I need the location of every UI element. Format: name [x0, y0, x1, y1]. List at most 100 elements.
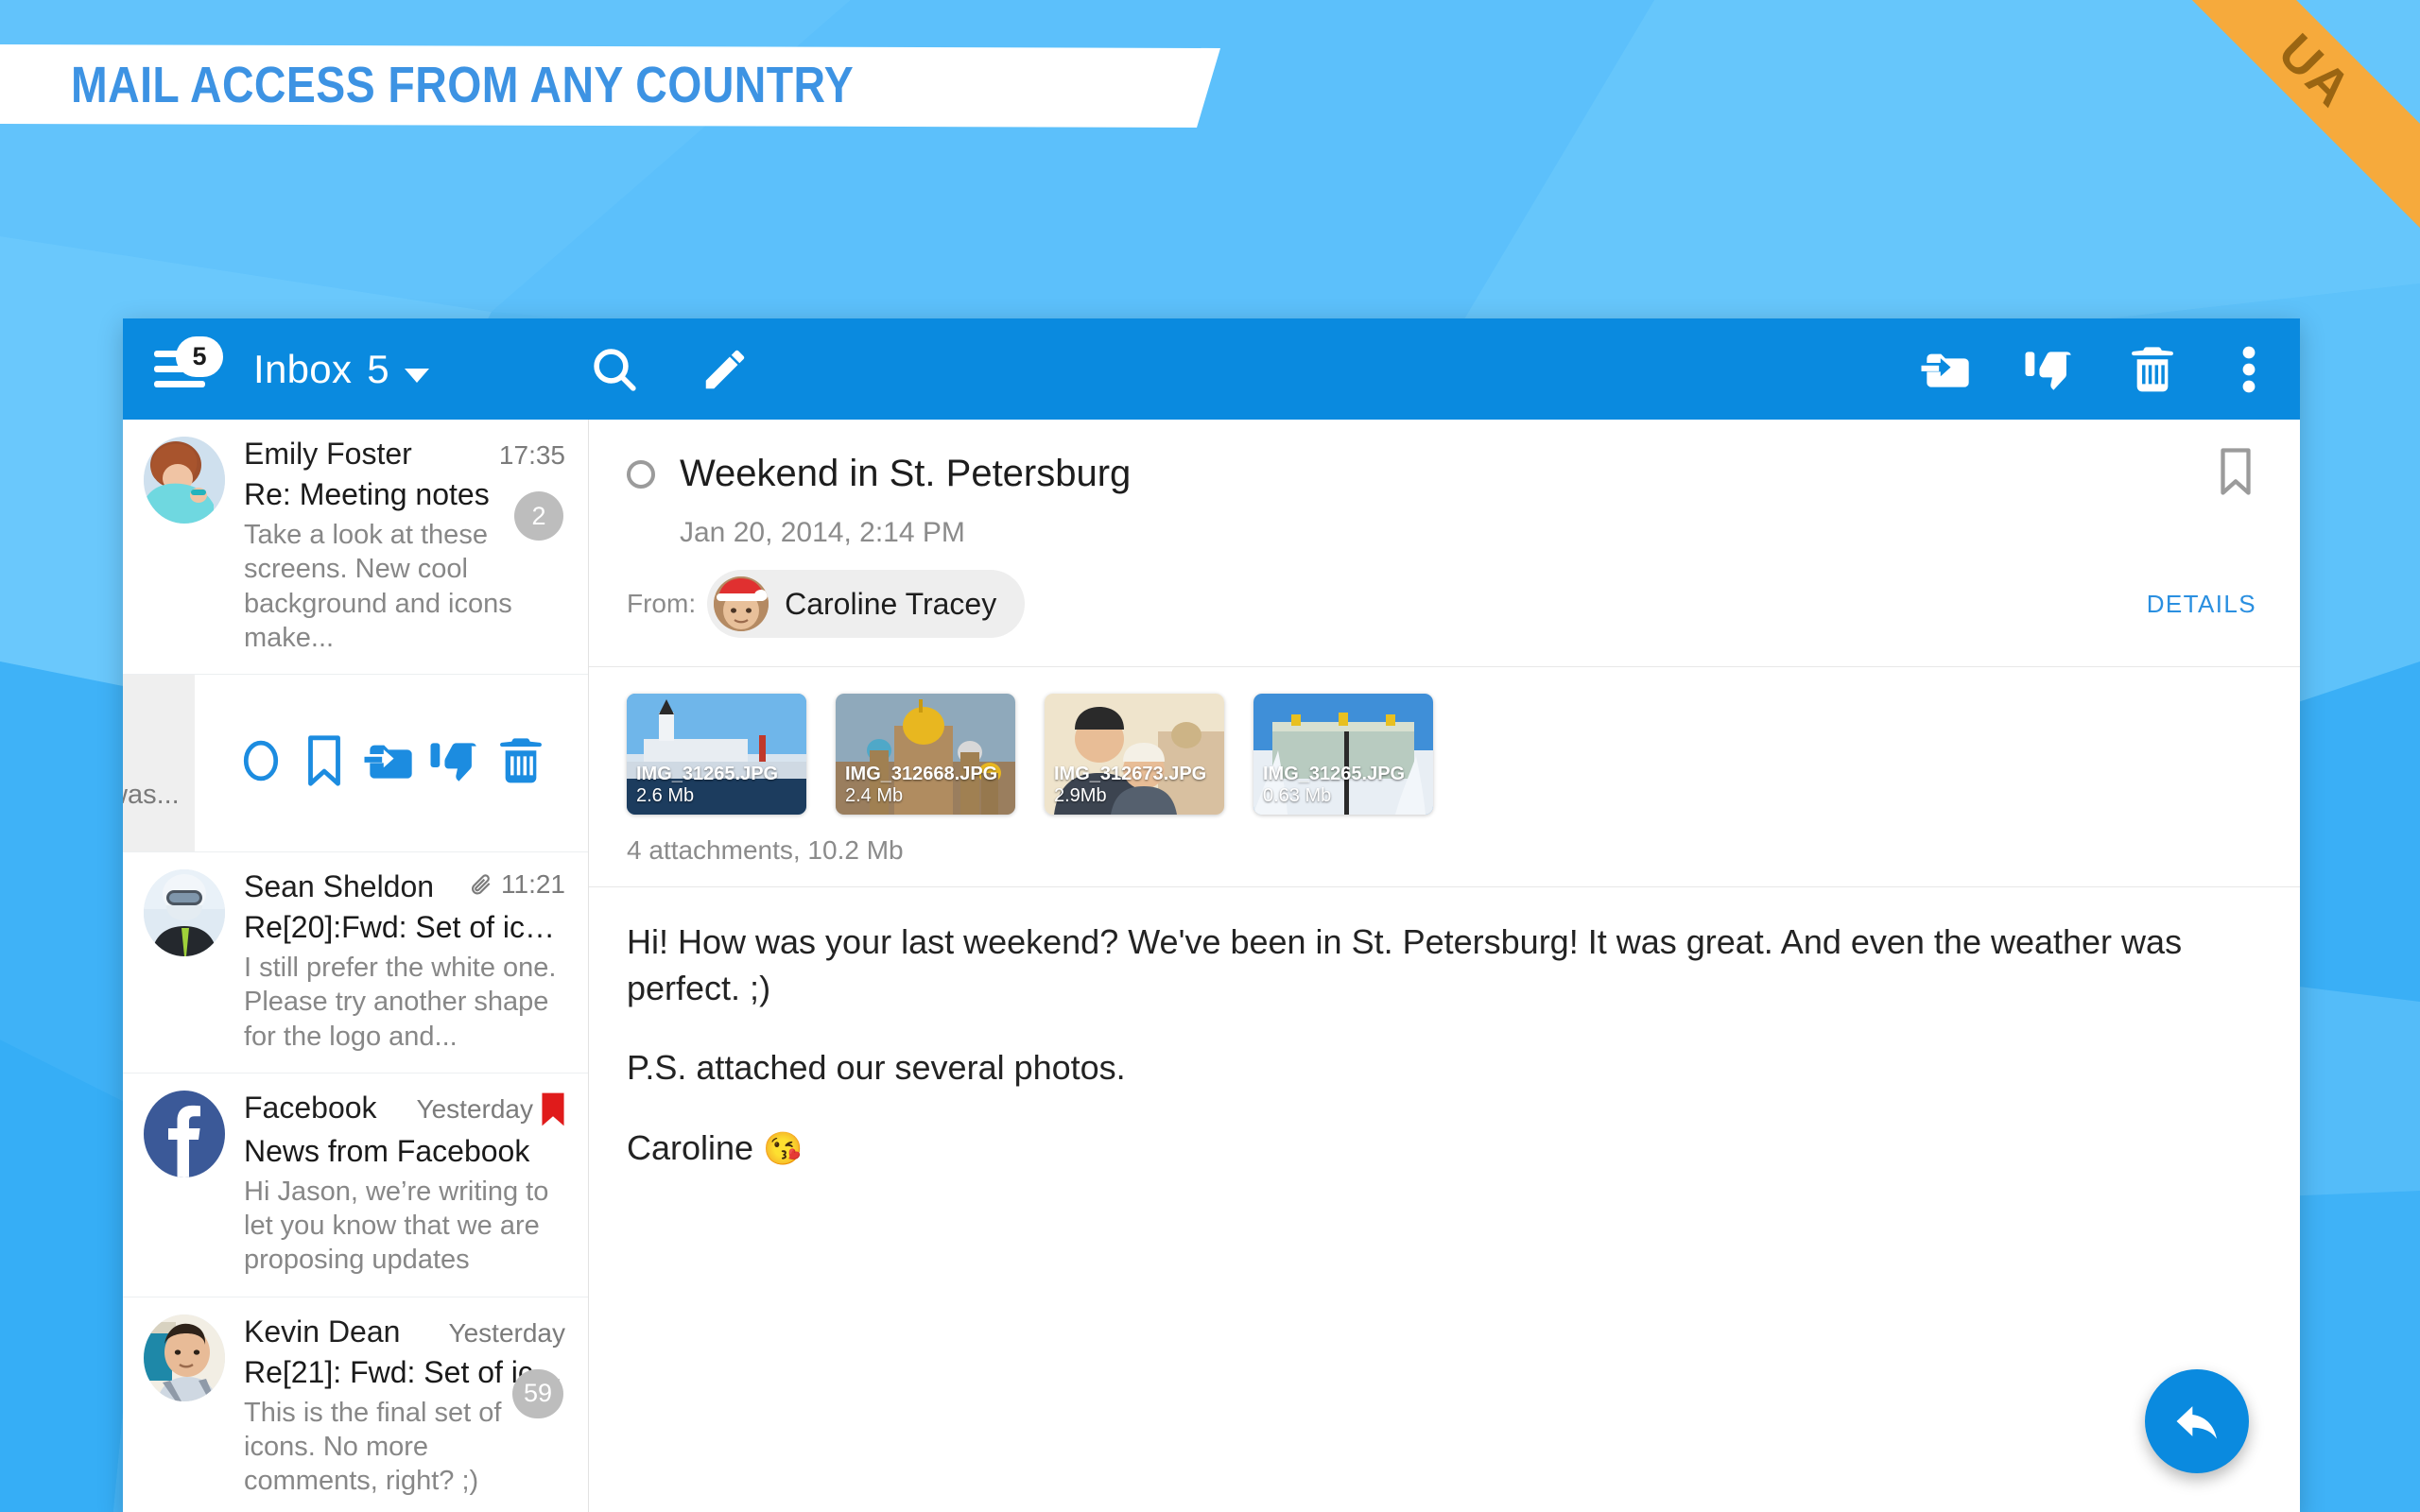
message-body: Hi! How was your last weekend? We've bee…	[589, 887, 2300, 1204]
from-label: From:	[627, 589, 696, 619]
attachment-label: IMG_312668.JPG 2.4 Mb	[845, 764, 997, 807]
list-item-sender: Sean Sheldon	[244, 869, 434, 904]
more-vertical-icon[interactable]	[2230, 343, 2268, 396]
mail-list[interactable]: Emily Foster 17:35 Re: Meeting notes Tak…	[123, 420, 589, 1512]
trash-icon[interactable]	[2126, 343, 2179, 396]
message-signature: Caroline 😘	[627, 1125, 2262, 1172]
sender-name: Caroline Tracey	[785, 587, 996, 622]
list-item[interactable]: Emily Foster 17:35 Re: Meeting notes Tak…	[123, 420, 588, 675]
attachment-size: 2.4 Mb	[845, 785, 997, 807]
list-item-header: Sean Sheldon 11:21	[244, 869, 565, 904]
promo-banner: MAIL ACCESS FROM ANY COUNTRY	[0, 44, 1229, 128]
attachment-name: IMG_31265.JPG	[1263, 764, 1405, 785]
message-subject: Weekend in St. Petersburg	[680, 453, 1131, 495]
signature-name: Caroline	[627, 1128, 753, 1167]
reading-pane: Weekend in St. Petersburg Jan 20, 2014, …	[589, 420, 2300, 1512]
attachment-thumbnail[interactable]: IMG_312668.JPG 2.4 Mb	[836, 694, 1015, 815]
attachments-strip: IMG_31265.JPG 2.6 Mb	[627, 694, 2262, 815]
reply-arrow-icon	[2170, 1395, 2223, 1448]
swipe-peek-text: was...	[123, 675, 195, 851]
list-item-subject: Re[20]:Fwd: Set of icons for...	[244, 910, 565, 945]
list-item-header: Facebook Yesterday	[244, 1091, 565, 1128]
move-to-folder-icon[interactable]	[361, 734, 414, 792]
trash-icon[interactable]	[494, 734, 547, 792]
attachment-paperclip-icon	[469, 872, 493, 897]
app-toolbar: 5 Inbox 5	[123, 318, 2300, 420]
list-item-sender: Kevin Dean	[244, 1314, 400, 1349]
move-to-folder-icon[interactable]	[1918, 343, 1971, 396]
toolbar-right-group	[1918, 343, 2268, 396]
inbox-count: 5	[367, 347, 389, 391]
attachment-size: 2.9Mb	[1054, 785, 1206, 807]
attachment-name: IMG_312668.JPG	[845, 764, 997, 785]
hamburger-icon[interactable]: 5	[151, 341, 214, 398]
search-icon[interactable]	[588, 343, 641, 396]
list-item-content: Facebook Yesterday News from Facebook Hi…	[244, 1091, 565, 1278]
avatar	[144, 1314, 225, 1401]
attachment-thumbnail[interactable]: IMG_31265.JPG 0.63 Mb	[1253, 694, 1433, 815]
attachment-label: IMG_31265.JPG 2.6 Mb	[636, 764, 778, 807]
attachment-thumbnail[interactable]: IMG_31265.JPG 2.6 Mb	[627, 694, 806, 815]
attachment-label: IMG_31265.JPG 0.63 Mb	[1263, 764, 1405, 807]
list-item-subject: News from Facebook	[244, 1134, 565, 1169]
message-subject-row: Weekend in St. Petersburg	[627, 446, 2256, 502]
list-item-time: 11:21	[501, 869, 565, 900]
mail-app-window: 5 Inbox 5	[123, 318, 2300, 1512]
list-item-header: Emily Foster 17:35	[244, 437, 565, 472]
attachments-section: IMG_31265.JPG 2.6 Mb	[589, 667, 2300, 887]
list-item-time: Yesterday	[449, 1318, 566, 1349]
unread-count-badge: 5	[176, 336, 223, 377]
swipe-action-row[interactable]: was...	[123, 675, 588, 852]
attachments-summary: 4 attachments, 10.2 Mb	[627, 835, 2262, 866]
avatar	[714, 576, 769, 631]
kiss-emoji-icon: 😘	[763, 1131, 803, 1167]
list-item-time: 17:35	[499, 440, 565, 471]
list-item-snippet: I still prefer the white one. Please try…	[244, 951, 565, 1054]
hamburger-bar	[154, 381, 205, 387]
bookmark-outline-icon[interactable]	[2215, 446, 2256, 502]
bookmark-icon[interactable]	[301, 733, 348, 793]
attachment-label: IMG_312673.JPG 2.9Mb	[1054, 764, 1206, 807]
list-item-content: Sean Sheldon 11:21 Re[20]:Fwd: Set of ic…	[244, 869, 565, 1054]
swipe-action-buttons	[195, 733, 588, 793]
message-paragraph: Hi! How was your last weekend? We've bee…	[627, 919, 2262, 1011]
flagged-bookmark-icon[interactable]	[541, 1091, 565, 1128]
details-link[interactable]: DETAILS	[2147, 590, 2256, 619]
chevron-down-icon	[405, 369, 429, 383]
attachment-name: IMG_312673.JPG	[1054, 764, 1206, 785]
list-item-snippet: Hi Jason, we’re writing to let you know …	[244, 1175, 565, 1278]
thumbs-down-icon[interactable]	[2022, 343, 2075, 396]
list-item-header: Kevin Dean Yesterday	[244, 1314, 565, 1349]
avatar	[144, 1091, 225, 1177]
attachment-size: 2.6 Mb	[636, 785, 778, 807]
list-item[interactable]: Facebook Yesterday News from Facebook Hi…	[123, 1074, 588, 1297]
app-body: Emily Foster 17:35 Re: Meeting notes Tak…	[123, 420, 2300, 1512]
compose-pencil-icon[interactable]	[700, 344, 751, 395]
list-item-snippet: Take a look at these screens. New cool b…	[244, 518, 565, 655]
unread-circle-icon[interactable]	[627, 460, 655, 489]
sender-chip[interactable]: Caroline Tracey	[707, 570, 1025, 638]
thumbs-down-icon[interactable]	[427, 734, 480, 792]
attachment-name: IMG_31265.JPG	[636, 764, 778, 785]
message-date: Jan 20, 2014, 2:14 PM	[680, 517, 2256, 549]
inbox-selector[interactable]: Inbox 5	[253, 347, 429, 392]
avatar	[144, 437, 225, 524]
toolbar-left-group: 5 Inbox 5	[151, 341, 751, 398]
message-paragraph: P.S. attached our several photos.	[627, 1045, 2262, 1091]
list-item[interactable]: Sean Sheldon 11:21 Re[20]:Fwd: Set of ic…	[123, 852, 588, 1074]
thread-count-badge: 2	[514, 491, 563, 541]
list-item-snippet: This is the final set of icons. No more …	[244, 1396, 565, 1499]
list-item-sender: Facebook	[244, 1091, 377, 1125]
reply-fab-button[interactable]	[2145, 1369, 2249, 1473]
list-item-content: Emily Foster 17:35 Re: Meeting notes Tak…	[244, 437, 565, 655]
avatar	[144, 869, 225, 956]
list-item-sender: Emily Foster	[244, 437, 412, 472]
attachment-thumbnail[interactable]: IMG_312673.JPG 2.9Mb	[1045, 694, 1224, 815]
list-item-time: Yesterday	[417, 1094, 534, 1125]
message-from-row: From:	[627, 570, 2256, 638]
list-item[interactable]: Kevin Dean Yesterday Re[21]: Fwd: Set of…	[123, 1297, 588, 1512]
mark-unread-circle-icon[interactable]	[235, 735, 286, 791]
inbox-title: Inbox	[253, 347, 352, 391]
swipe-peek-label: was...	[123, 780, 180, 811]
message-header: Weekend in St. Petersburg Jan 20, 2014, …	[589, 420, 2300, 667]
